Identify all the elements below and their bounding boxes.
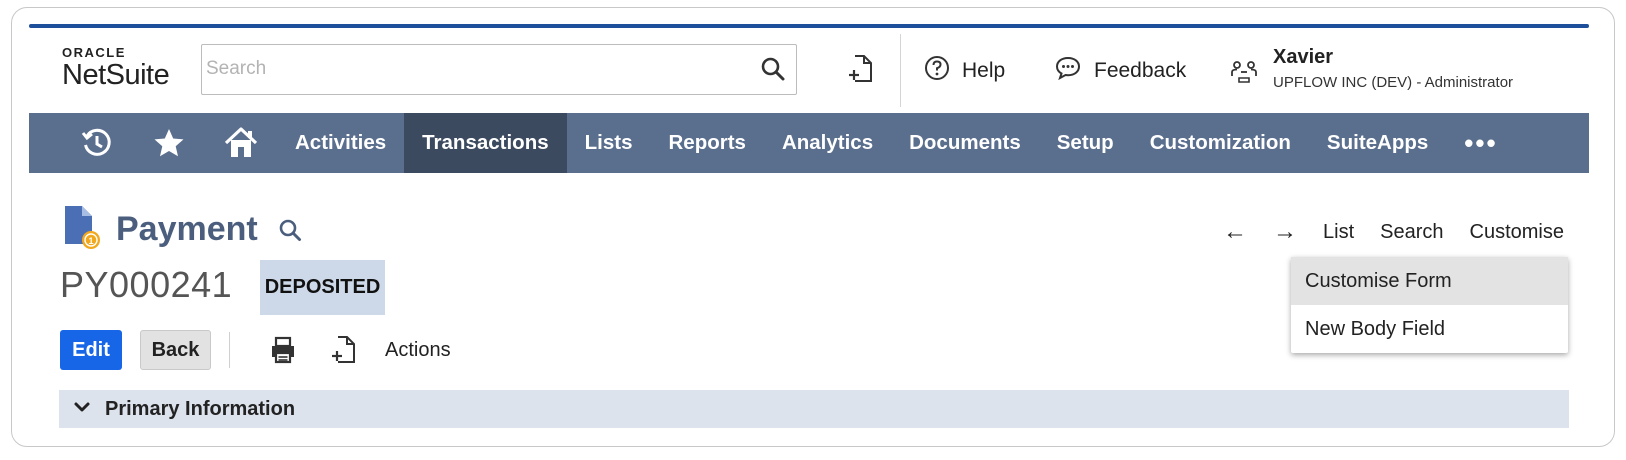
user-role: UPFLOW INC (DEV) - Administrator: [1273, 74, 1514, 91]
customise-dropdown: Customise Form New Body Field: [1291, 257, 1568, 353]
previous-record-arrow[interactable]: ←: [1223, 218, 1247, 246]
nav-reports[interactable]: Reports: [650, 113, 763, 173]
nav-activities[interactable]: Activities: [277, 113, 404, 173]
transaction-id: PY000241: [60, 264, 233, 305]
feedback-label: Feedback: [1094, 59, 1187, 82]
role-switch-icon: [1229, 58, 1259, 89]
primary-information-section[interactable]: Primary Information: [59, 390, 1569, 428]
search-icon[interactable]: [760, 56, 786, 87]
help-link[interactable]: Help: [924, 55, 1005, 87]
main-nav: Activities Transactions Lists Reports An…: [29, 113, 1589, 173]
logo-oracle-text: ORACLE: [62, 45, 126, 60]
nav-transactions[interactable]: Transactions: [404, 113, 567, 173]
nav-lists[interactable]: Lists: [567, 113, 651, 173]
header-divider: [900, 34, 901, 107]
svg-text:1: 1: [89, 236, 94, 246]
user-menu[interactable]: Xavier UPFLOW INC (DEV) - Administrator: [1229, 46, 1513, 91]
list-link[interactable]: List: [1323, 221, 1354, 244]
new-record-toolbar-icon[interactable]: [330, 335, 358, 370]
nav-suiteapps[interactable]: SuiteApps: [1309, 113, 1446, 173]
global-search: [201, 44, 797, 95]
nav-setup[interactable]: Setup: [1039, 113, 1132, 173]
nav-customization[interactable]: Customization: [1132, 113, 1309, 173]
toolbar-divider: [229, 332, 230, 368]
nav-documents[interactable]: Documents: [891, 113, 1039, 173]
feedback-icon: [1054, 55, 1082, 87]
chevron-down-icon[interactable]: [73, 400, 91, 419]
home-icon[interactable]: [205, 113, 277, 173]
help-label: Help: [962, 59, 1006, 82]
print-icon[interactable]: [268, 335, 298, 370]
feedback-link[interactable]: Feedback: [1054, 55, 1186, 87]
search-link[interactable]: Search: [1380, 221, 1443, 244]
menu-item-new-body-field[interactable]: New Body Field: [1291, 305, 1568, 353]
nav-more-menu[interactable]: •••: [1464, 128, 1497, 159]
menu-item-customise-form[interactable]: Customise Form: [1291, 257, 1568, 305]
netsuite-logo[interactable]: ORACLE NetSuite: [62, 45, 170, 91]
logo-netsuite-text: NetSuite: [62, 59, 170, 91]
page-title: Payment: [116, 210, 258, 248]
favorites-star-icon[interactable]: [133, 113, 205, 173]
status-badge: DEPOSITED: [260, 260, 385, 315]
search-input[interactable]: [206, 47, 746, 91]
next-record-arrow[interactable]: →: [1273, 218, 1297, 246]
edit-button[interactable]: Edit: [60, 330, 122, 370]
nav-analytics[interactable]: Analytics: [764, 113, 891, 173]
header: ORACLE NetSuite Help Feedback Xavier UPF…: [29, 28, 1589, 120]
user-name: Xavier: [1273, 46, 1334, 68]
record-nav-links: ← → List Search Customise: [1223, 218, 1564, 246]
back-button[interactable]: Back: [140, 330, 211, 370]
payment-document-icon: 1: [62, 204, 102, 255]
section-label: Primary Information: [105, 397, 296, 420]
customise-link[interactable]: Customise: [1470, 221, 1564, 244]
page-title-row: 1 Payment: [62, 204, 302, 255]
record-search-icon[interactable]: [278, 218, 302, 247]
help-icon: [924, 55, 950, 87]
actions-menu[interactable]: Actions: [385, 339, 451, 362]
new-record-icon[interactable]: [847, 54, 875, 89]
recent-records-icon[interactable]: [61, 113, 133, 173]
